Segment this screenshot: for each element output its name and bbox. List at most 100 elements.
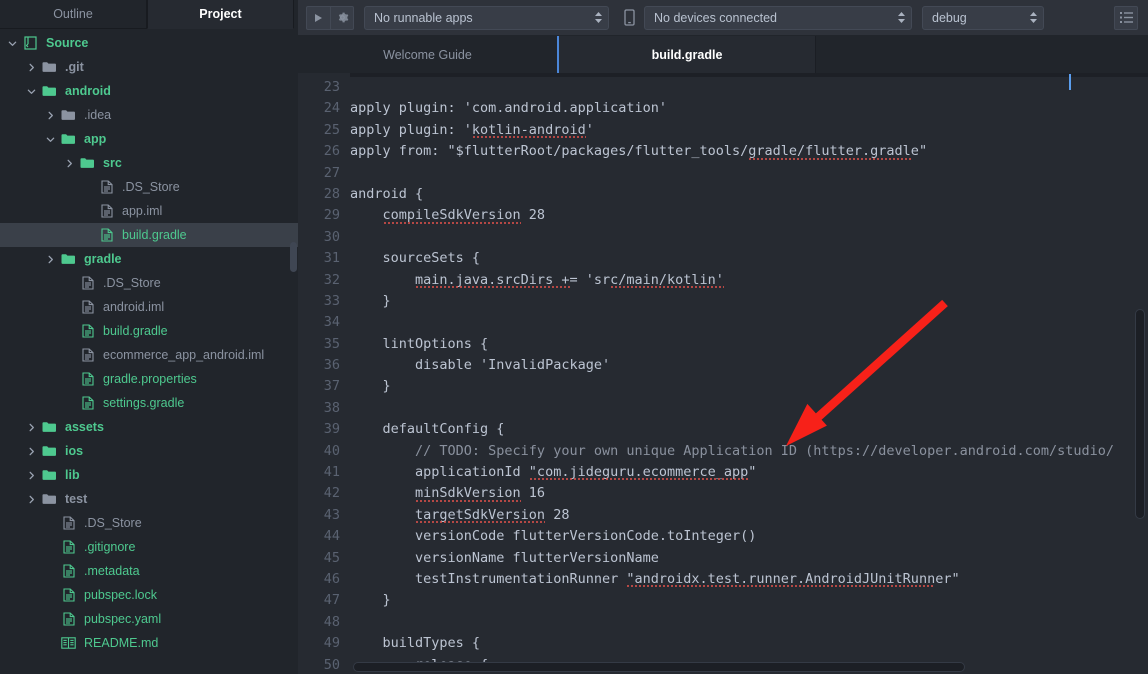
tool-window-tabs: Outline Project [0,0,298,29]
tree-item-readme-md[interactable]: README.md [0,631,298,655]
readme-icon [60,637,77,649]
code-line[interactable] [350,77,1148,98]
tree-item-gradle[interactable]: gradle [0,247,298,271]
chevron-right-icon[interactable] [44,253,57,266]
chevron-right-icon[interactable] [25,493,38,506]
line-number: 40 [323,442,340,459]
chevron-right-icon[interactable] [25,469,38,482]
tree-item-label: android.iml [103,299,165,314]
project-file-tree[interactable]: Source .git android .idea app src .DS_Store app… [0,29,298,674]
code-line[interactable]: lintOptions { [350,334,1148,355]
tree-item-ds-store[interactable]: .DS_Store [0,271,298,295]
phone-icon [621,7,637,29]
code-editor[interactable]: 23 24 25 26 27 28 29 30 31 32 33 34 35 36 37 38 39 40 41 42… [298,73,1148,674]
chevron-right-icon[interactable] [63,157,76,170]
chevron-down-icon[interactable] [44,133,57,146]
tree-item-build-gradle[interactable]: build.gradle [0,223,298,247]
code-line[interactable] [350,398,1148,419]
tree-item-test[interactable]: test [0,487,298,511]
tree-item-ds-store[interactable]: .DS_Store [0,175,298,199]
tree-item-label: pubspec.lock [84,587,157,602]
code-line-text: } [350,592,391,609]
project-panel-scrollbar[interactable] [290,242,297,272]
code-line[interactable]: // TODO: Specify your own unique Applica… [350,441,1148,462]
code-line[interactable]: versionCode flutterVersionCode.toInteger… [350,526,1148,547]
code-line[interactable]: minSdkVersion 16 [350,483,1148,504]
code-line[interactable]: testInstrumentationRunner "androidx.test… [350,569,1148,590]
code-line[interactable]: main.java.srcDirs += 'src/main/kotlin' [350,270,1148,291]
tree-item-assets[interactable]: assets [0,415,298,439]
tree-item-src[interactable]: src [0,151,298,175]
code-line[interactable]: versionName flutterVersionName [350,548,1148,569]
code-line[interactable]: } [350,291,1148,312]
tree-item-label: README.md [84,635,159,650]
code-content[interactable]: apply plugin: 'com.android.application' a… [350,73,1148,674]
run-configuration-select[interactable]: No runnable apps [364,5,609,30]
code-line[interactable]: defaultConfig { [350,419,1148,440]
tree-item-ds-store[interactable]: .DS_Store [0,511,298,535]
tree-item-label: .gitignore [84,539,136,554]
code-line[interactable]: buildTypes { [350,633,1148,654]
twisty-placeholder [63,349,76,362]
tree-item-ecommerce-app-android-iml[interactable]: ecommerce_app_android.iml [0,343,298,367]
tree-item-android-iml[interactable]: android.iml [0,295,298,319]
code-line[interactable]: compileSdkVersion 28 [350,205,1148,226]
code-line[interactable] [350,612,1148,633]
tree-item-source[interactable]: Source [0,31,298,55]
code-line[interactable] [350,312,1148,333]
code-line[interactable]: } [350,590,1148,611]
tab-outline[interactable]: Outline [0,0,147,29]
tree-item-gradle-properties[interactable]: gradle.properties [0,367,298,391]
code-line[interactable]: apply from: "$flutterRoot/packages/flutt… [350,141,1148,162]
tab-project-label: Project [199,7,242,21]
play-icon[interactable] [306,5,330,30]
code-line[interactable]: android { [350,184,1148,205]
tree-item-pubspec-lock[interactable]: pubspec.lock [0,583,298,607]
tree-item-gitignore[interactable]: .gitignore [0,535,298,559]
code-line[interactable]: } [350,376,1148,397]
line-number: 34 [323,314,340,331]
chevron-right-icon[interactable] [25,421,38,434]
code-line[interactable] [350,227,1148,248]
chevron-down-icon[interactable] [6,37,19,50]
device-select[interactable]: No devices connected [644,5,912,30]
tree-item-app-iml[interactable]: app.iml [0,199,298,223]
file-icon [79,324,96,338]
editor-tab-welcome-guide[interactable]: Welcome Guide [298,36,557,73]
tree-item-metadata[interactable]: .metadata [0,559,298,583]
build-variant-select[interactable]: debug [922,5,1044,30]
tree-item-pubspec-yaml[interactable]: pubspec.yaml [0,607,298,631]
tree-item-lib[interactable]: lib [0,463,298,487]
tree-item-android[interactable]: android [0,79,298,103]
tree-item-label: .git [65,59,84,74]
editor-horizontal-scrollbar[interactable] [353,662,965,672]
chevron-down-icon[interactable] [25,85,38,98]
tree-item-label: build.gradle [103,323,168,338]
code-line[interactable]: sourceSets { [350,248,1148,269]
tab-project[interactable]: Project [147,0,294,29]
editor-vertical-scrollbar[interactable] [1135,309,1145,519]
code-line-text: } [350,378,391,395]
module-icon [22,36,39,50]
tree-item-git[interactable]: .git [0,55,298,79]
code-line[interactable]: apply plugin: 'com.android.application' [350,98,1148,119]
tree-item-ios[interactable]: ios [0,439,298,463]
editor-tab-build-gradle[interactable]: build.gradle [557,36,816,73]
chevron-right-icon[interactable] [25,61,38,74]
tree-item-idea[interactable]: .idea [0,103,298,127]
chevron-right-icon[interactable] [44,109,57,122]
code-line[interactable] [350,163,1148,184]
list-icon[interactable] [1114,5,1138,30]
code-line[interactable]: apply plugin: 'kotlin-android' [350,120,1148,141]
tree-item-label: gradle.properties [103,371,197,386]
chevron-right-icon[interactable] [25,445,38,458]
tree-item-app[interactable]: app [0,127,298,151]
code-line[interactable]: disable 'InvalidPackage' [350,355,1148,376]
code-line[interactable]: targetSdkVersion 28 [350,505,1148,526]
tree-item-label: pubspec.yaml [84,611,162,626]
error-squiggle [415,521,546,524]
code-line[interactable]: applicationId "com.jideguru.ecommerce_ap… [350,462,1148,483]
tree-item-settings-gradle[interactable]: settings.gradle [0,391,298,415]
gear-icon[interactable] [330,5,354,30]
tree-item-build-gradle[interactable]: build.gradle [0,319,298,343]
